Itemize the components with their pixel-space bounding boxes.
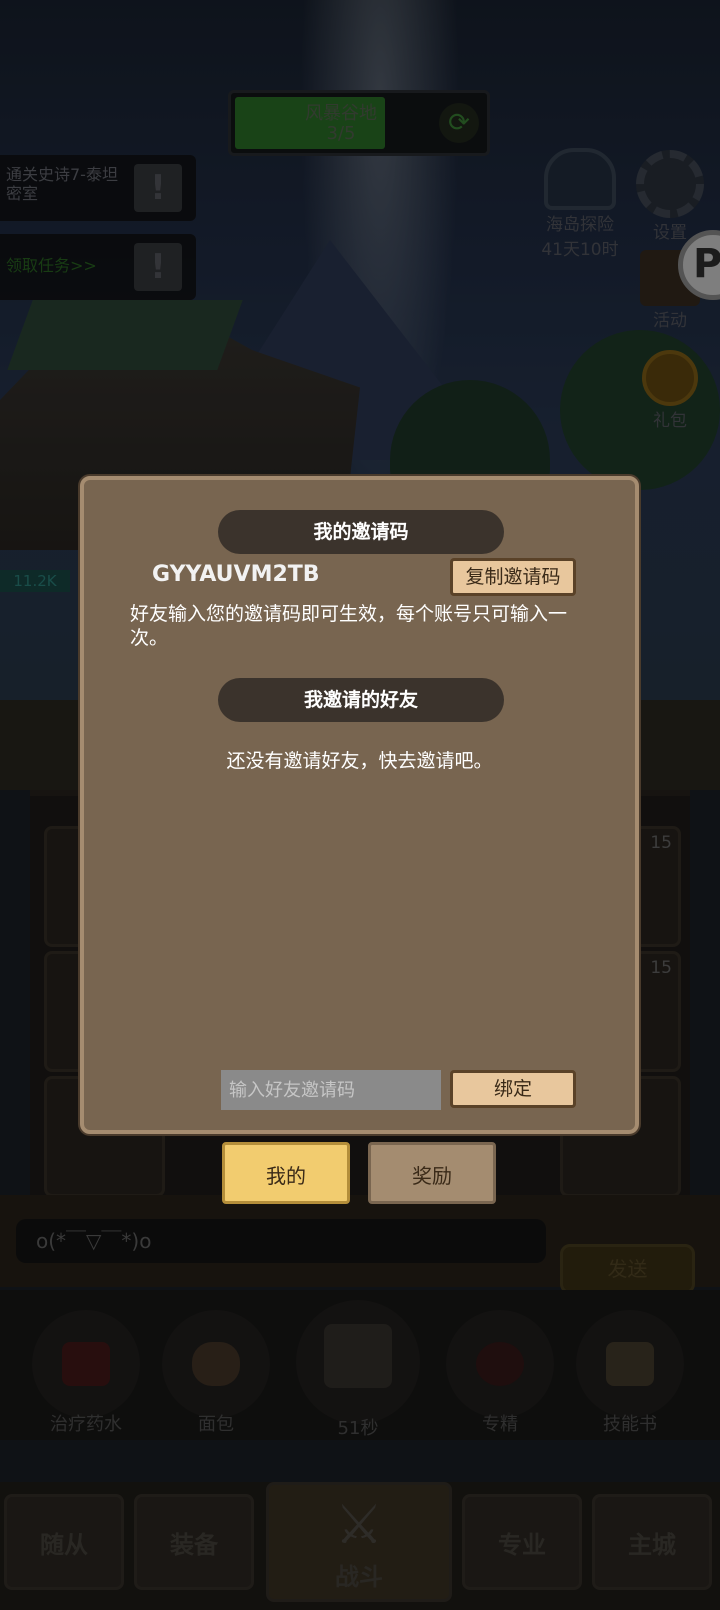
invited-friends-title: 我邀请的好友 [218,678,504,722]
tab-mine[interactable]: 我的 [222,1142,350,1204]
invite-hint: 好友输入您的邀请码即可生效，每个账号只可输入一次。 [130,603,568,649]
invite-dialog: 我的邀请码 GYYAUVM2TB 复制邀请码 好友输入您的邀请码即可生效，每个账… [80,476,639,1134]
invite-code: GYYAUVM2TB [152,562,320,587]
bind-button[interactable]: 绑定 [450,1070,576,1108]
copy-invite-code-button[interactable]: 复制邀请码 [450,558,576,596]
tab-reward[interactable]: 奖励 [368,1142,496,1204]
empty-friends-message: 还没有邀请好友，快去邀请吧。 [226,750,493,772]
friend-code-input[interactable] [221,1070,441,1110]
my-invite-code-title: 我的邀请码 [218,510,504,554]
